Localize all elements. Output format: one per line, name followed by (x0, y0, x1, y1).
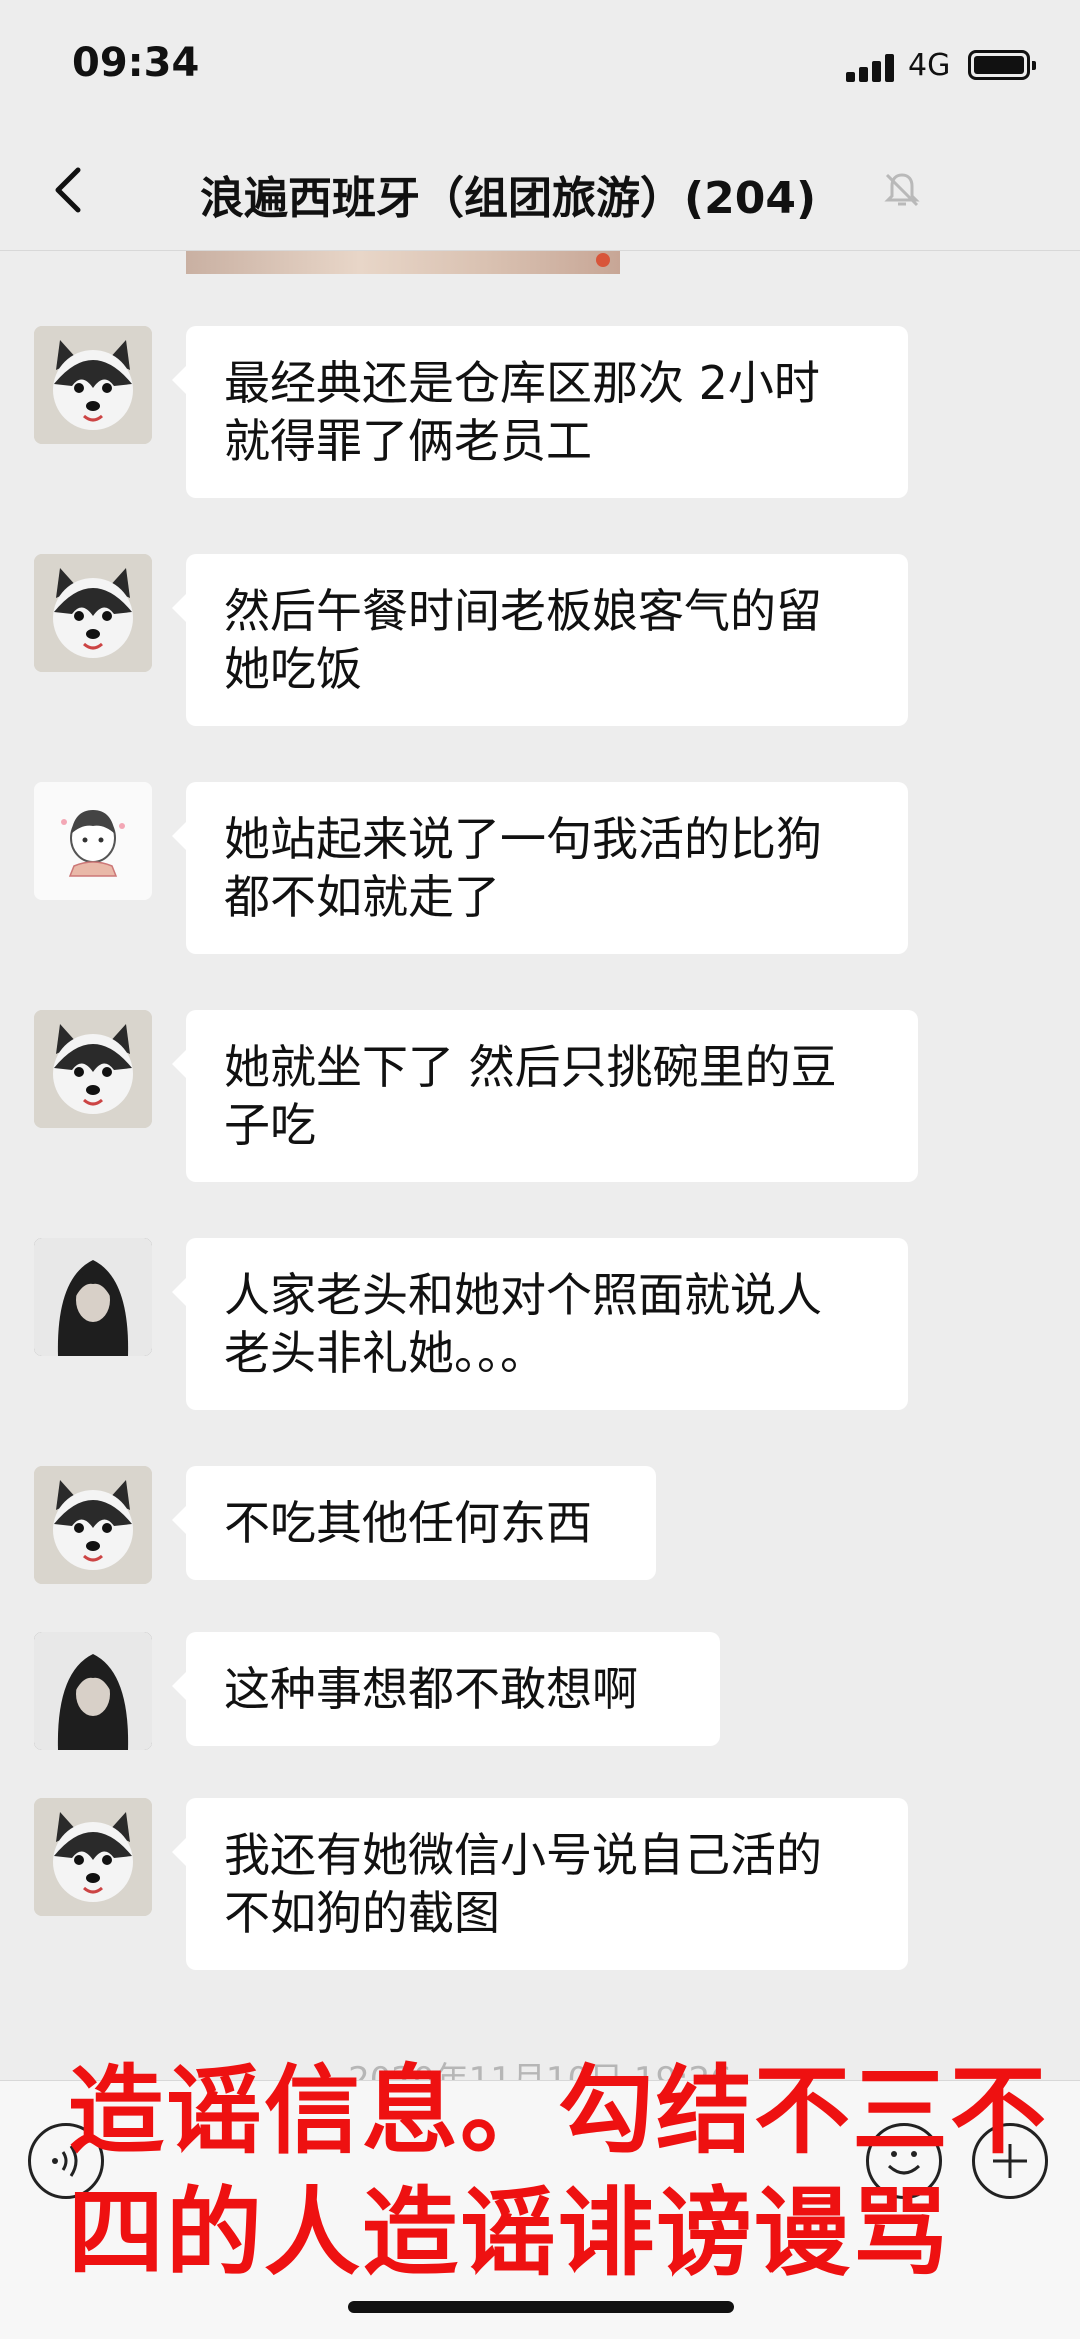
previous-image-message[interactable] (186, 247, 620, 274)
signal-icon (846, 54, 896, 82)
message-bubble[interactable]: 她就坐下了 然后只挑碗里的豆 子吃 (172, 1010, 918, 1182)
chat-title[interactable]: 浪遍西班牙（组团旅游）(204) (200, 162, 816, 226)
message-text: 不吃其他任何东西 (224, 1496, 592, 1550)
message-bubble[interactable]: 这种事想都不敢想啊 (172, 1632, 720, 1746)
husky-avatar[interactable] (34, 554, 152, 672)
message-bubble[interactable]: 最经典还是仓库区那次 2小时 就得罪了俩老员工 (172, 326, 908, 498)
husky-avatar[interactable] (34, 1010, 152, 1128)
dark-hair-girl-avatar[interactable] (34, 1632, 152, 1750)
message-text: 不如狗的截图 (224, 1886, 500, 1940)
nav-bar: 浪遍西班牙（组团旅游）(204) (0, 130, 1080, 251)
overlay-caption: 造谣信息。勾结不三不 四的人造谣诽谤谩骂 (68, 2050, 1058, 2294)
message-text: 她站起来说了一句我活的比狗 (224, 812, 822, 866)
message-text: 她吃饭 (224, 642, 362, 696)
dark-hair-girl-avatar[interactable] (34, 1238, 152, 1356)
message-bubble[interactable]: 我还有她微信小号说自己活的 不如狗的截图 (172, 1798, 908, 1970)
message-text: 然后午餐时间老板娘客气的留 (224, 584, 822, 638)
message-bubble[interactable]: 她站起来说了一句我活的比狗 都不如就走了 (172, 782, 908, 954)
status-bar: 09:34 4G (0, 0, 1080, 130)
status-time: 09:34 (72, 40, 200, 86)
back-chevron-icon[interactable] (40, 160, 100, 220)
battery-icon (968, 50, 1036, 80)
husky-avatar[interactable] (34, 1798, 152, 1916)
message-list[interactable]: 最经典还是仓库区那次 2小时 就得罪了俩老员工 然后午餐时间老板娘客气的留 她吃… (0, 247, 1080, 2100)
message-bubble[interactable]: 不吃其他任何东西 (172, 1466, 656, 1580)
message-text: 这种事想都不敢想啊 (224, 1662, 638, 1716)
message-text: 我还有她微信小号说自己活的 (224, 1828, 822, 1882)
message-text: 老头非礼她。。。 (224, 1326, 546, 1380)
message-text: 最经典还是仓库区那次 2小时 (224, 356, 820, 410)
overlay-caption-line: 四的人造谣诽谤谩骂 (68, 2177, 950, 2289)
message-bubble[interactable]: 然后午餐时间老板娘客气的留 她吃饭 (172, 554, 908, 726)
home-indicator[interactable] (348, 2301, 734, 2313)
message-text: 人家老头和她对个照面就说人 (224, 1268, 822, 1322)
message-bubble[interactable]: 人家老头和她对个照面就说人 老头非礼她。。。 (172, 1238, 908, 1410)
husky-avatar[interactable] (34, 326, 152, 444)
mute-bell-icon (882, 170, 922, 210)
message-text: 就得罪了俩老员工 (224, 414, 592, 468)
husky-avatar[interactable] (34, 1466, 152, 1584)
chat-screen: 09:34 4G 浪遍西班牙（组团旅游）(204) 最经典还是仓库区那次 2小时… (0, 0, 1080, 2339)
message-text: 都不如就走了 (224, 870, 500, 924)
overlay-caption-line: 造谣信息。勾结不三不 (68, 2055, 1048, 2167)
network-type: 4G (908, 48, 951, 83)
cartoon-girl-avatar[interactable] (34, 782, 152, 900)
message-text: 子吃 (224, 1098, 316, 1152)
message-text: 她就坐下了 然后只挑碗里的豆 (224, 1040, 837, 1094)
